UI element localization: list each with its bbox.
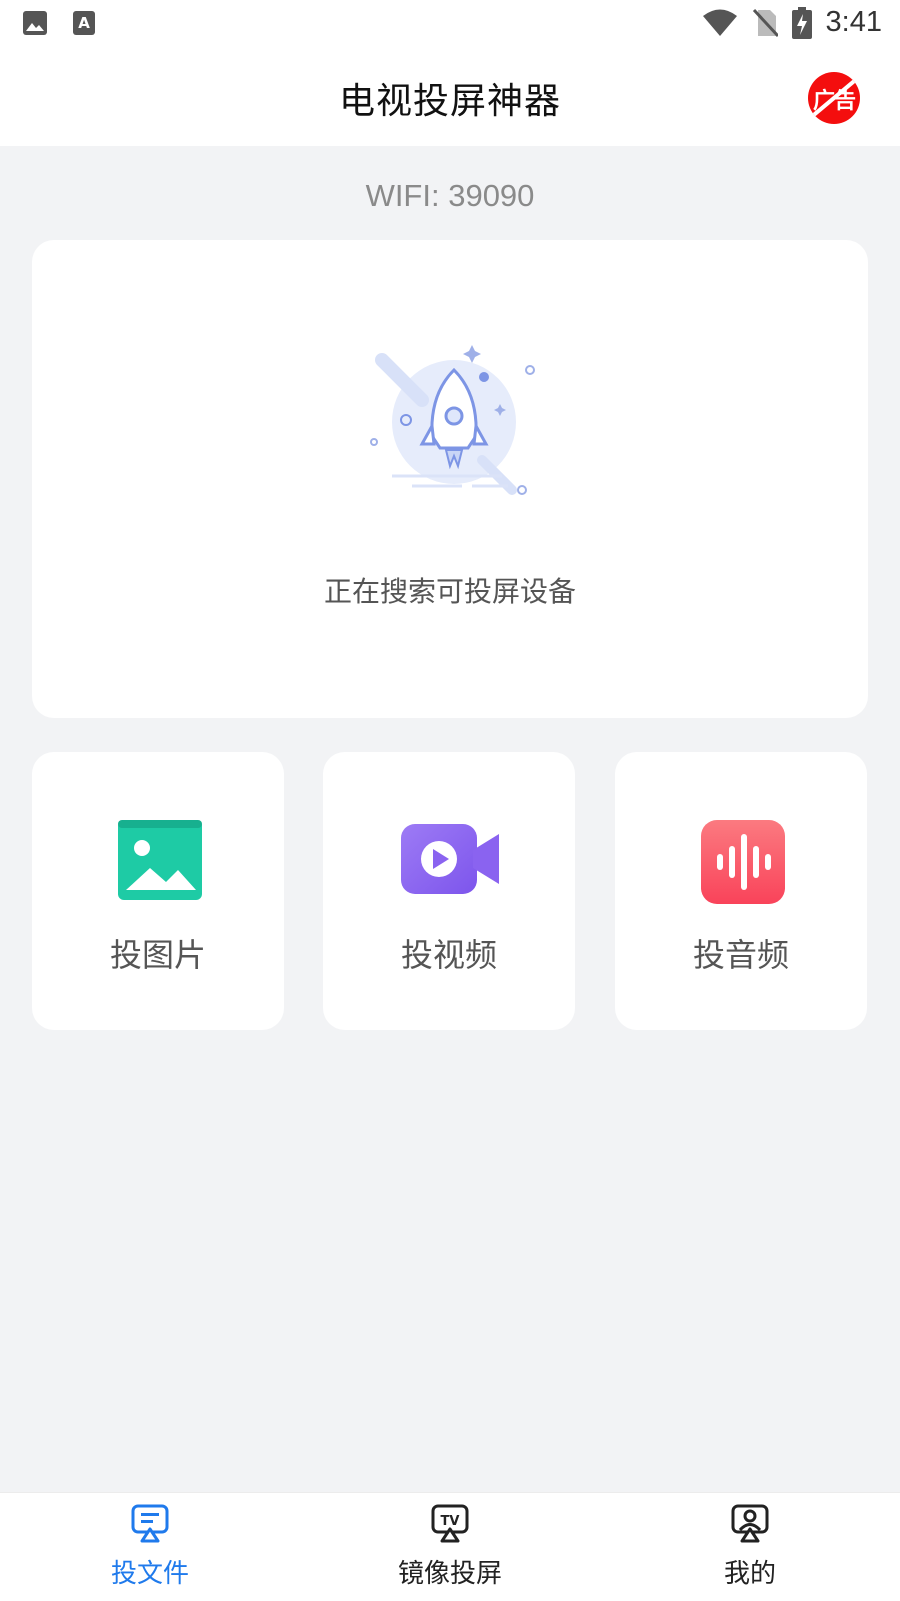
tab-cast-file[interactable]: 投文件 <box>0 1493 300 1601</box>
text-a-icon: A <box>73 11 95 35</box>
profile-cast-icon <box>731 1504 769 1543</box>
battery-charging-icon <box>791 6 812 39</box>
wifi-icon <box>702 9 737 36</box>
audio-wave-icon <box>701 820 785 904</box>
app-bar: 电视投屏神器 广告 <box>0 50 900 146</box>
page-title: 电视投屏神器 <box>338 81 561 122</box>
status-time: 3:41 <box>825 6 882 38</box>
status-bar: A 3:41 <box>0 0 900 50</box>
cast-image-label: 投图片 <box>109 936 206 974</box>
image-icon <box>23 11 47 35</box>
cast-image-button[interactable]: 投图片 <box>32 752 284 1030</box>
tv-cast-icon: TV <box>431 1504 469 1543</box>
device-search-card: 正在搜索可投屏设备 <box>32 240 868 718</box>
search-status-text: 正在搜索可投屏设备 <box>323 575 576 608</box>
svg-text:A: A <box>78 14 90 32</box>
cast-audio-label: 投音频 <box>692 936 789 974</box>
tab-mirror-cast-label: 镜像投屏 <box>397 1559 502 1589</box>
wifi-name: WIFI: 39090 <box>365 178 535 213</box>
tab-profile[interactable]: 我的 <box>600 1493 900 1601</box>
rocket-icon <box>370 345 535 495</box>
video-icon <box>401 824 499 894</box>
image-icon <box>118 820 202 900</box>
svg-text:TV: TV <box>441 1514 460 1529</box>
tab-cast-file-label: 投文件 <box>110 1559 189 1589</box>
no-sim-icon <box>752 8 778 37</box>
remove-ads-button[interactable]: 广告 <box>808 72 860 124</box>
cast-file-icon <box>131 1504 169 1543</box>
cast-video-label: 投视频 <box>400 936 497 974</box>
tab-mirror-cast[interactable]: TV 镜像投屏 <box>300 1493 600 1601</box>
bottom-nav: 投文件 TV 镜像投屏 我的 <box>0 1492 900 1601</box>
tab-profile-label: 我的 <box>723 1559 776 1589</box>
cast-audio-button[interactable]: 投音频 <box>615 752 867 1030</box>
cast-video-button[interactable]: 投视频 <box>323 752 575 1030</box>
